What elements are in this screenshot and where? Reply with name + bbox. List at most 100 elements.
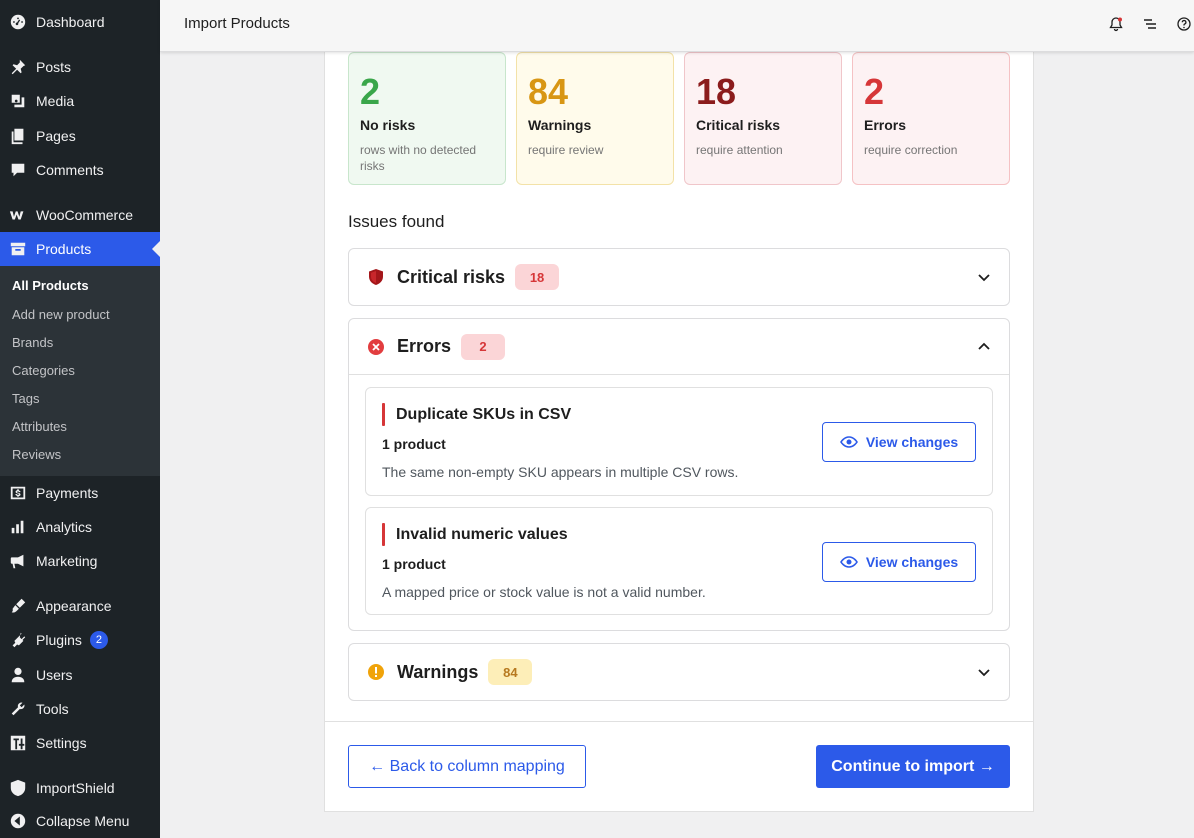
menu-label: Collapse Menu bbox=[36, 813, 130, 829]
menu-item-analytics[interactable]: Analytics bbox=[0, 510, 160, 544]
submenu-brands[interactable]: Brands bbox=[12, 333, 53, 353]
submenu-categories[interactable]: Categories bbox=[12, 361, 75, 381]
wrench-icon bbox=[8, 699, 28, 719]
submenu-add-new-product[interactable]: Add new product bbox=[12, 305, 110, 325]
menu-label: Tools bbox=[36, 701, 69, 717]
count-badge: 2 bbox=[461, 333, 506, 360]
issue-card-invalid-numeric: Invalid numeric values 1 product A mappe… bbox=[365, 507, 993, 615]
submenu-reviews[interactable]: Reviews bbox=[12, 445, 61, 465]
stat-label: Warnings bbox=[528, 117, 592, 133]
menu-label: ImportShield bbox=[36, 780, 115, 796]
stat-errors: 2 Errors require correction bbox=[852, 52, 1010, 185]
pin-icon bbox=[8, 57, 28, 77]
stat-no-risks: 2 No risks rows with no detected risks bbox=[348, 52, 506, 185]
chevron-down-icon[interactable] bbox=[975, 663, 993, 681]
page-title: Import Products bbox=[184, 15, 290, 32]
issue-count: 1 product bbox=[382, 436, 446, 452]
menu-item-payments[interactable]: Payments bbox=[0, 476, 160, 510]
menu-label: Media bbox=[36, 93, 75, 109]
stat-value: 18 bbox=[696, 71, 737, 112]
accordion-errors: Errors 2 Duplicate SKUs in CSV 1 product… bbox=[348, 318, 1010, 631]
stat-warnings: 84 Warnings require review bbox=[516, 52, 674, 185]
accordion-header-critical[interactable]: Critical risks 18 bbox=[349, 249, 1009, 305]
issues-heading: Issues found bbox=[348, 212, 445, 231]
menu-item-posts[interactable]: Posts bbox=[0, 50, 160, 84]
page-header: Import Products bbox=[160, 0, 1194, 52]
bar-chart-icon bbox=[8, 517, 28, 537]
menu-label: Payments bbox=[36, 485, 99, 501]
comment-icon bbox=[8, 160, 28, 180]
collapse-icon bbox=[8, 811, 28, 831]
menu-label: Users bbox=[36, 667, 73, 683]
user-icon bbox=[8, 665, 28, 685]
stat-description: require attention bbox=[696, 143, 783, 157]
issue-count: 1 product bbox=[382, 556, 446, 572]
shield-icon bbox=[367, 268, 385, 286]
view-changes-button[interactable]: View changes bbox=[822, 542, 976, 582]
back-to-column-mapping-button[interactable]: ← Back to column mapping bbox=[348, 745, 586, 788]
stat-label: Errors bbox=[864, 117, 907, 133]
issue-title: Duplicate SKUs in CSV bbox=[396, 406, 572, 423]
payment-icon bbox=[8, 483, 28, 503]
menu-item-marketing[interactable]: Marketing bbox=[0, 544, 160, 578]
footer-divider bbox=[324, 721, 1034, 722]
menu-label: Analytics bbox=[36, 519, 93, 535]
issue-title: Invalid numeric values bbox=[396, 526, 568, 543]
help-icon[interactable] bbox=[1174, 14, 1194, 34]
accordion-header-warnings[interactable]: Warnings 84 bbox=[349, 644, 1009, 700]
continue-to-import-button[interactable]: Continue to import → bbox=[816, 745, 1010, 788]
brush-icon bbox=[8, 596, 28, 616]
admin-sidebar: Dashboard Posts Media Pages Comments Woo… bbox=[0, 0, 160, 838]
menu-item-plugins[interactable]: Plugins 2 bbox=[0, 623, 160, 657]
issue-severity-bar bbox=[382, 523, 385, 546]
menu-item-media[interactable]: Media bbox=[0, 84, 160, 118]
view-changes-button[interactable]: View changes bbox=[822, 422, 976, 462]
menu-item-settings[interactable]: Settings bbox=[0, 726, 160, 760]
notification-bell-icon[interactable] bbox=[1106, 14, 1126, 34]
accordion-title: Critical risks bbox=[397, 266, 506, 287]
megaphone-icon bbox=[8, 551, 28, 571]
plug-icon bbox=[8, 630, 28, 650]
stat-label: Critical risks bbox=[696, 117, 781, 133]
menu-item-appearance[interactable]: Appearance bbox=[0, 589, 160, 623]
chevron-up-icon[interactable] bbox=[975, 338, 993, 356]
menu-label: Posts bbox=[36, 59, 72, 75]
button-label: View changes bbox=[865, 554, 959, 570]
menu-label: Dashboard bbox=[36, 14, 105, 30]
menu-label: Products bbox=[36, 241, 92, 257]
menu-item-products[interactable]: Products bbox=[0, 232, 160, 266]
accordion-title: Warnings bbox=[397, 661, 479, 682]
plugins-update-badge: 2 bbox=[89, 631, 108, 649]
menu-item-users[interactable]: Users bbox=[0, 658, 160, 692]
stat-label: No risks bbox=[360, 117, 416, 133]
count-badge: 18 bbox=[515, 264, 560, 290]
stat-value: 2 bbox=[360, 71, 381, 112]
menu-item-collapse[interactable]: Collapse Menu bbox=[0, 804, 160, 838]
menu-item-tools[interactable]: Tools bbox=[0, 692, 160, 726]
dashboard-icon bbox=[8, 12, 28, 32]
menu-item-woocommerce[interactable]: WooCommerce bbox=[0, 198, 160, 232]
submenu-tags[interactable]: Tags bbox=[12, 389, 39, 409]
stat-description: require correction bbox=[864, 143, 958, 157]
menu-label: Settings bbox=[36, 735, 87, 751]
menu-item-importshield[interactable]: ImportShield bbox=[0, 771, 160, 805]
accordion-critical-risks: Critical risks 18 bbox=[348, 248, 1010, 306]
submenu-all-products[interactable]: All Products bbox=[12, 276, 89, 296]
stat-value: 2 bbox=[864, 71, 885, 112]
menu-label: Appearance bbox=[36, 598, 112, 614]
accordion-header-errors[interactable]: Errors 2 bbox=[349, 319, 1009, 375]
products-submenu: All Products Add new product Brands Cate… bbox=[0, 266, 160, 476]
activity-list-icon[interactable] bbox=[1140, 14, 1160, 34]
menu-label: Pages bbox=[36, 128, 76, 144]
stat-value: 84 bbox=[528, 71, 569, 112]
menu-label: Comments bbox=[36, 162, 104, 178]
menu-item-dashboard[interactable]: Dashboard bbox=[0, 5, 160, 39]
issue-description: A mapped price or stock value is not a v… bbox=[382, 584, 706, 600]
submenu-attributes[interactable]: Attributes bbox=[12, 417, 67, 437]
menu-item-pages[interactable]: Pages bbox=[0, 119, 160, 153]
issue-card-duplicate-skus: Duplicate SKUs in CSV 1 product The same… bbox=[365, 387, 993, 496]
chevron-down-icon[interactable] bbox=[975, 268, 993, 286]
stat-description: require review bbox=[528, 143, 604, 157]
issue-description: The same non-empty SKU appears in multip… bbox=[382, 464, 739, 480]
menu-item-comments[interactable]: Comments bbox=[0, 153, 160, 187]
